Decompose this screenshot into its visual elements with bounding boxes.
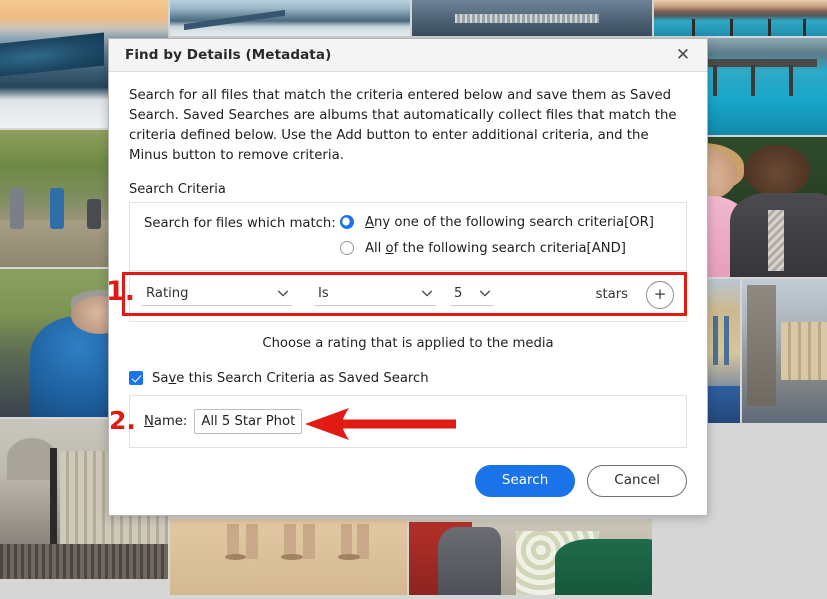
photo-thumbnail[interactable] — [742, 279, 827, 423]
name-label: Name: — [144, 413, 188, 429]
criteria-value: 5 — [454, 285, 463, 301]
radio-any-one-label: Any one of the following search criteria… — [365, 214, 654, 230]
plus-icon[interactable]: + — [646, 280, 674, 309]
chevron-down-icon — [421, 290, 433, 297]
add-criteria-button-label: + — [653, 285, 667, 304]
criteria-row: Rating Is 5 stars + — [129, 269, 687, 322]
dialog-title: Find by Details (Metadata) — [125, 47, 332, 63]
find-by-details-dialog: Find by Details (Metadata) ✕ Search for … — [108, 38, 708, 516]
dialog-titlebar: Find by Details (Metadata) ✕ — [109, 39, 707, 72]
dialog-description: Search for all files that match the crit… — [129, 88, 677, 163]
radio-any-one-indicator[interactable] — [340, 215, 354, 230]
dialog-body: Search for all files that match the crit… — [109, 72, 707, 465]
chevron-down-icon — [479, 290, 491, 297]
criteria-operator-value: Is — [318, 285, 329, 301]
criteria-field-value: Rating — [146, 285, 189, 301]
match-mode-panel: Search for files which match: Any one of… — [129, 201, 687, 270]
criteria-operator-select[interactable]: Is — [314, 284, 436, 306]
radio-any-one[interactable]: Any one of the following search criteria… — [340, 215, 654, 230]
save-search-label: Save this Search Criteria as Saved Searc… — [152, 370, 429, 386]
dialog-footer: Search Cancel — [109, 465, 707, 515]
radio-all-of-indicator[interactable] — [340, 241, 354, 256]
match-mode-radio-group: Any one of the following search criteria… — [340, 215, 654, 256]
search-criteria-label: Search Criteria — [129, 181, 226, 197]
photo-thumbnail[interactable] — [170, 0, 410, 36]
search-button[interactable]: Search — [474, 465, 576, 497]
app-root: Find by Details (Metadata) ✕ Search for … — [0, 0, 827, 599]
criteria-value-select[interactable]: 5 — [450, 284, 494, 306]
criteria-hint: Choose a rating that is applied to the m… — [262, 335, 554, 351]
radio-all-of[interactable]: All of the following search criteria[AND… — [340, 241, 654, 256]
photo-thumbnail[interactable] — [170, 519, 407, 595]
name-panel: Name: — [129, 394, 687, 448]
criteria-unit-label: stars — [595, 287, 628, 303]
criteria-field-select[interactable]: Rating — [142, 284, 292, 306]
match-mode-label: Search for files which match: — [144, 215, 336, 231]
radio-all-of-label: All of the following search criteria[AND… — [365, 240, 626, 256]
save-search-checkbox[interactable] — [129, 371, 143, 386]
photo-thumbnail[interactable] — [412, 0, 652, 36]
chevron-down-icon — [277, 290, 289, 297]
photo-thumbnail[interactable] — [409, 519, 652, 595]
save-search-row[interactable]: Save this Search Criteria as Saved Searc… — [129, 371, 687, 386]
cancel-button[interactable]: Cancel — [587, 465, 687, 497]
name-input[interactable] — [194, 408, 303, 434]
close-icon[interactable]: ✕ — [669, 43, 697, 67]
photo-thumbnail[interactable] — [654, 0, 827, 36]
